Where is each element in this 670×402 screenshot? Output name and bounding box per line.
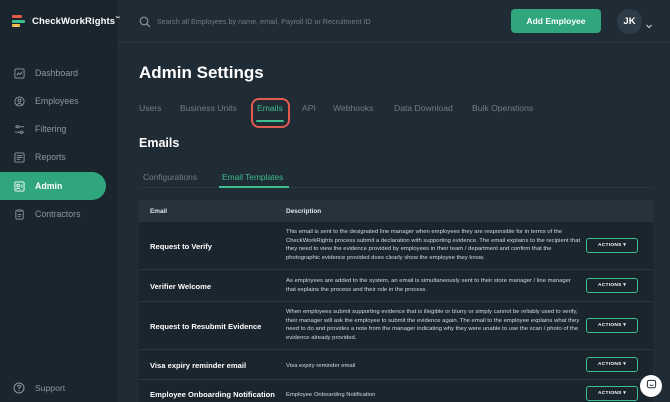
sidebar-item-label: Filtering	[35, 124, 67, 134]
actions-button[interactable]: ACTIONS ▾	[586, 238, 638, 253]
actions-button[interactable]: ACTIONS ▾	[586, 386, 638, 401]
tab-business-units[interactable]: Business Units	[180, 103, 237, 113]
subtab-configurations[interactable]: Configurations	[143, 172, 197, 182]
template-description: This email is sent to the designated lin…	[286, 229, 581, 261]
tab-users[interactable]: Users	[139, 103, 161, 113]
actions-button[interactable]: ACTIONS ▾	[586, 278, 638, 293]
table-row[interactable]: Employee Onboarding Notification Employe…	[139, 380, 653, 402]
chat-icon	[646, 377, 657, 395]
sidebar-item-filtering[interactable]: Filtering	[0, 115, 106, 143]
sidebar-item-label: Dashboard	[35, 68, 79, 78]
sidebar-item-reports[interactable]: Reports	[0, 143, 106, 171]
highlight-ring	[251, 98, 290, 128]
template-name: Employee Onboarding Notification	[150, 390, 275, 399]
actions-button[interactable]: ACTIONS ▾	[586, 318, 638, 333]
template-description: As employees are added to the system, an…	[286, 278, 571, 293]
section-title: Emails	[139, 136, 180, 150]
sidebar-item-label: Employees	[35, 96, 79, 106]
subtab-email-templates[interactable]: Email Templates	[222, 172, 283, 182]
subtabs-divider	[139, 187, 653, 188]
table-row[interactable]: Request to Resubmit Evidence When employ…	[139, 302, 653, 350]
template-name: Verifier Welcome	[150, 282, 212, 291]
template-description: Employee Onboarding Notification	[286, 392, 376, 398]
template-name: Visa expiry reminder email	[150, 361, 247, 370]
sidebar-item-label: Contractors	[35, 209, 81, 219]
admin-icon	[13, 180, 25, 192]
sidebar-item-dashboard[interactable]: Dashboard	[0, 59, 106, 87]
template-description: When employees submit supporting evidenc…	[286, 309, 580, 341]
table-row[interactable]: Request to Verify This email is sent to …	[139, 222, 653, 270]
brand-logo[interactable]: CheckWorkRights™	[12, 13, 120, 29]
tab-api[interactable]: API	[302, 103, 316, 113]
column-header-description: Description	[286, 208, 322, 215]
contractor-icon	[13, 208, 25, 220]
top-bar: Add Employee JK	[119, 0, 670, 43]
filter-icon	[13, 123, 25, 135]
chat-launcher[interactable]	[640, 375, 662, 397]
sidebar-item-label: Reports	[35, 152, 66, 162]
sidebar-item-employees[interactable]: Employees	[0, 87, 106, 115]
chart-icon	[13, 67, 25, 79]
add-employee-button[interactable]: Add Employee	[511, 9, 601, 33]
support-label: Support	[35, 383, 66, 393]
tab-webhooks[interactable]: Webhooks	[333, 103, 373, 113]
report-icon	[13, 151, 25, 163]
template-name: Request to Resubmit Evidence	[150, 322, 262, 331]
user-icon	[13, 95, 25, 107]
search-input[interactable]	[157, 13, 487, 29]
support-link[interactable]: Support	[13, 382, 65, 394]
chevron-down-icon[interactable]	[645, 17, 653, 29]
table-row[interactable]: Verifier Welcome As employees are added …	[139, 270, 653, 302]
sidebar: CheckWorkRights™ Dashboard Employees Fil…	[0, 0, 120, 402]
email-templates-table: Email Description Request to Verify This…	[139, 200, 653, 402]
avatar[interactable]: JK	[617, 9, 642, 34]
page-title: Admin Settings	[139, 63, 264, 82]
brand-name: CheckWorkRights™	[32, 15, 121, 27]
template-name: Request to Verify	[150, 242, 213, 251]
actions-button[interactable]: ACTIONS ▾	[586, 357, 638, 372]
tab-data-download[interactable]: Data Download	[394, 103, 453, 113]
column-header-email: Email	[150, 208, 168, 215]
template-description: Visa expiry reminder email	[286, 363, 356, 369]
table-row[interactable]: Visa expiry reminder email Visa expiry r…	[139, 350, 653, 380]
active-subtab-indicator	[219, 186, 289, 188]
logo-mark-icon	[12, 15, 27, 27]
sidebar-item-contractors[interactable]: Contractors	[0, 200, 106, 228]
help-icon	[13, 382, 25, 394]
tab-bulk-operations[interactable]: Bulk Operations	[472, 103, 533, 113]
search-icon	[139, 15, 151, 28]
sidebar-item-label: Admin	[35, 181, 63, 191]
table-header: Email Description	[139, 200, 653, 222]
sidebar-item-admin[interactable]: Admin	[0, 172, 106, 200]
